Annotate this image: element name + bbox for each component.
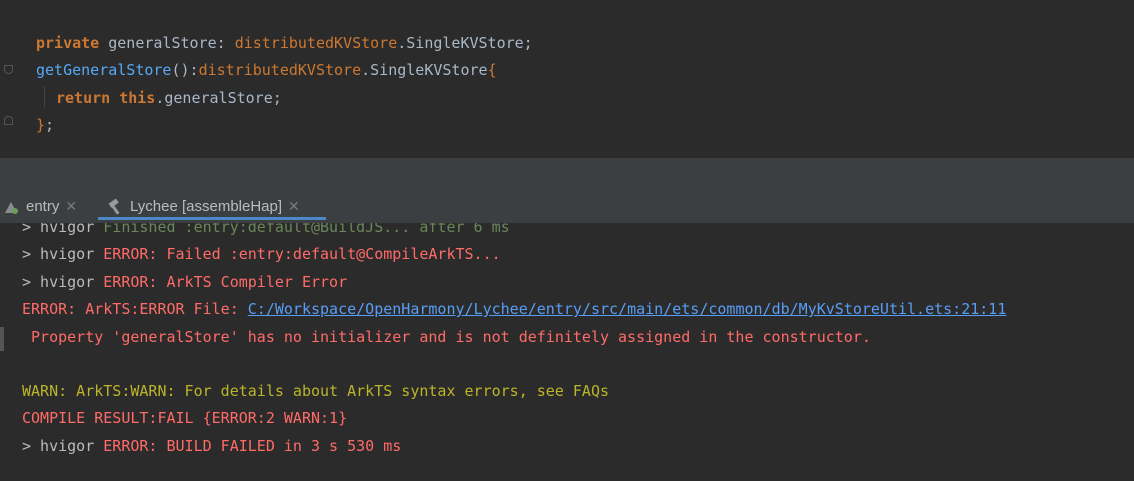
hammer-icon <box>106 197 124 216</box>
console-line: ERROR: ArkTS:ERROR File: C:/Workspace/Op… <box>22 300 1007 318</box>
console-line: > hvigor ERROR: Failed :entry:default@Co… <box>22 245 501 263</box>
close-icon[interactable]: ✕ <box>65 198 77 215</box>
panel-spacer <box>0 159 1134 190</box>
member-access: .generalStore; <box>155 89 282 107</box>
console-line: > hvigor ERROR: ArkTS Compiler Error <box>22 273 348 291</box>
android-run-icon <box>2 198 20 216</box>
console-line: COMPILE RESULT:FAIL {ERROR:2 WARN:1} <box>22 409 348 427</box>
code-line-2[interactable]: getGeneralStore():distributedKVStore.Sin… <box>36 60 497 80</box>
field-name: generalStore <box>99 34 217 52</box>
type-namespace: distributedKVStore <box>198 61 362 79</box>
file-link[interactable]: C:/Workspace/OpenHarmony/Lychee/entry/sr… <box>248 300 1007 318</box>
open-brace: { <box>487 61 497 79</box>
method-name: getGeneralStore <box>36 61 172 79</box>
code-editor[interactable]: private generalStore: distributedKVStore… <box>0 0 1134 158</box>
indent-guide <box>44 86 45 108</box>
console-line: Property 'generalStore' has no initializ… <box>22 328 871 346</box>
fold-close-icon[interactable] <box>4 116 13 125</box>
keyword-private: private <box>36 34 100 52</box>
code-line-3[interactable]: return this.generalStore; <box>56 88 282 108</box>
parens: (): <box>171 61 199 79</box>
console-line: WARN: ArkTS:WARN: For details about ArkT… <box>22 382 609 400</box>
tab-entry-label: entry <box>26 198 60 215</box>
tab-entry[interactable]: entry ✕ <box>2 190 77 223</box>
keyword-this: this <box>110 89 156 107</box>
semicolon: ; <box>45 116 55 134</box>
keyword-return: return <box>56 89 111 107</box>
tab-lychee-label: Lychee [assembleHap] <box>130 198 283 215</box>
scroll-marker <box>0 327 4 351</box>
close-brace: } <box>36 116 46 134</box>
console-line: > hvigor Finished :entry:default@BuildJS… <box>22 223 510 236</box>
active-tab-indicator <box>98 217 326 220</box>
close-icon[interactable]: ✕ <box>288 198 300 215</box>
type-rest: .SingleKVStore <box>361 61 488 79</box>
type-namespace: distributedKVStore <box>234 34 398 52</box>
type-rest: .SingleKVStore; <box>397 34 533 52</box>
code-line-1[interactable]: private generalStore: distributedKVStore… <box>36 33 533 53</box>
colon: : <box>216 34 235 52</box>
fold-open-icon[interactable] <box>4 65 13 74</box>
build-console[interactable]: > hvigor Finished :entry:default@BuildJS… <box>0 223 1134 481</box>
editor-gutter <box>0 0 18 158</box>
console-line: > hvigor ERROR: BUILD FAILED in 3 s 530 … <box>22 437 402 455</box>
code-line-4[interactable]: }; <box>36 115 54 135</box>
